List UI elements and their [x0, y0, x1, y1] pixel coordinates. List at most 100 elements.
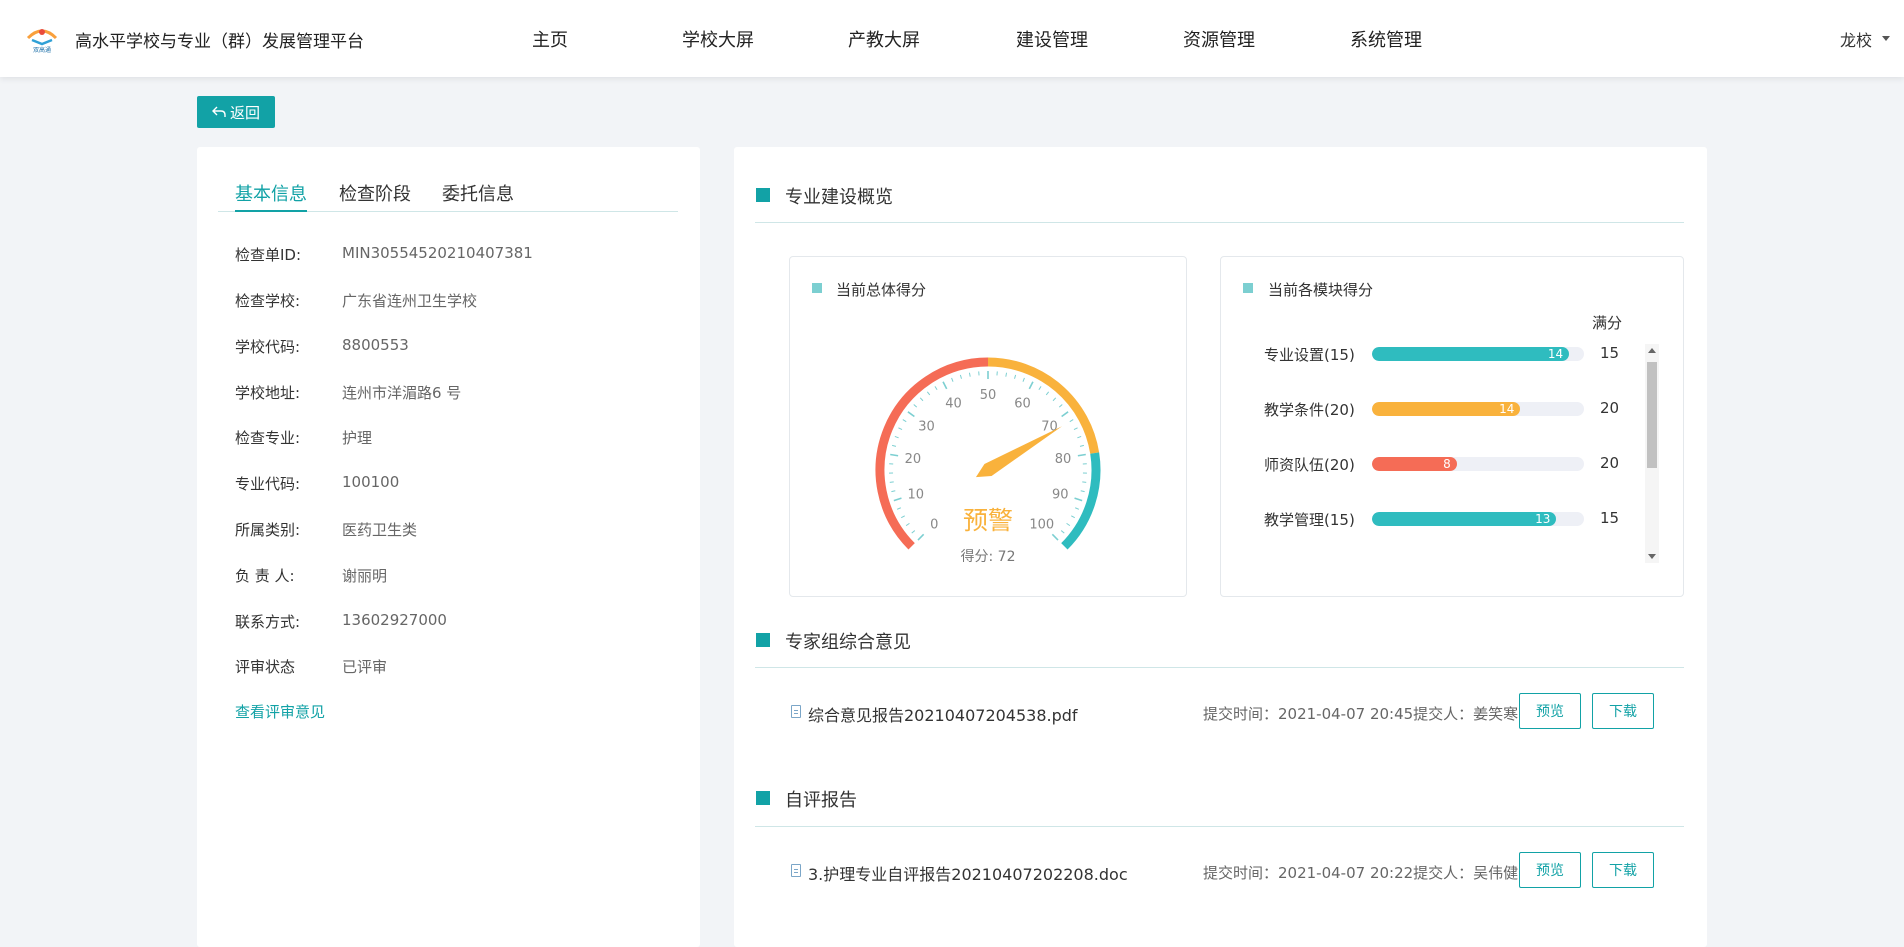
module-max: 20 [1600, 399, 1619, 417]
info-value: 谢丽明 [342, 565, 387, 586]
gauge-tick [927, 392, 929, 395]
gauge-tick [898, 428, 902, 430]
module-scrollbar[interactable] [1645, 344, 1659, 563]
view-review-link[interactable]: 查看评审意见 [235, 701, 325, 722]
info-value: 8800553 [342, 336, 409, 354]
module-score-box [1220, 256, 1684, 597]
tab-commission-info[interactable]: 委托信息 [442, 180, 514, 206]
gauge-tick-label: 0 [930, 518, 938, 533]
gauge-tick [906, 523, 909, 525]
nav-industry-screen[interactable]: 产教大屏 [848, 26, 920, 52]
gauge-tick [1070, 420, 1073, 422]
nav-system[interactable]: 系统管理 [1350, 26, 1422, 52]
user-menu[interactable]: 龙校 [1840, 27, 1872, 51]
nav-school-screen[interactable]: 学校大屏 [682, 26, 754, 52]
back-button[interactable]: 返回 [197, 96, 275, 128]
nav-resources[interactable]: 资源管理 [1183, 26, 1255, 52]
self-report-title: 自评报告 [785, 786, 857, 812]
module-label: 教学条件(20) [1264, 399, 1355, 420]
section-divider [755, 222, 1684, 223]
gauge-tick-label: 70 [1041, 419, 1058, 434]
expert-file-name[interactable]: 综合意见报告20210407204538.pdf [808, 702, 1078, 726]
gauge-needle [976, 426, 1062, 477]
tab-basic-info[interactable]: 基本信息 [235, 180, 307, 206]
gauge-tick [1075, 498, 1083, 500]
info-label: 检查单ID: [235, 244, 301, 265]
self-report-file-name[interactable]: 3.护理专业自评报告20210407202208.doc [808, 861, 1128, 885]
info-label: 学校代码: [235, 336, 300, 357]
gauge-tick [1074, 428, 1078, 430]
gauge-tick [901, 516, 905, 518]
info-value: 已评审 [342, 656, 387, 677]
gauge-tick [892, 445, 896, 446]
gauge-tick [1052, 534, 1058, 540]
gauge-tick [903, 420, 906, 422]
scroll-down-icon[interactable] [1648, 554, 1656, 559]
gauge-tick [1061, 531, 1064, 534]
overview-title: 专业建设概览 [785, 183, 893, 209]
info-value: 连州市洋湄路6 号 [342, 382, 461, 403]
gauge-tick-label: 10 [907, 487, 924, 502]
module-bar-fill: 8 [1372, 457, 1457, 471]
gauge-tick [920, 398, 923, 401]
gauge-tick-label: 30 [918, 419, 935, 434]
info-value: 医药卫生类 [342, 519, 417, 540]
gauge-tick [1078, 455, 1086, 456]
gauge-tick [1046, 392, 1048, 395]
gauge-tick [914, 405, 917, 408]
gauge-tick [912, 531, 915, 534]
gauge-tick-label: 40 [945, 396, 962, 411]
expert-file-meta: 提交时间：2021-04-07 20:45提交人：姜笑寒 [1203, 703, 1518, 724]
module-bar-fill: 14 [1372, 347, 1569, 361]
module-max: 15 [1600, 509, 1619, 527]
info-label: 评审状态 [235, 656, 295, 677]
expert-download-button[interactable]: 下载 [1592, 693, 1654, 729]
gauge-tick [908, 412, 914, 417]
gauge-tick [1075, 508, 1079, 510]
info-value: 13602927000 [342, 611, 447, 629]
info-value: 护理 [342, 427, 372, 448]
scroll-thumb[interactable] [1647, 362, 1657, 468]
gauge-tick [894, 498, 902, 500]
gauge-tick [1029, 382, 1033, 389]
gauge-tick [1067, 523, 1070, 525]
gauge-tick [1023, 378, 1024, 382]
section-marker [756, 791, 770, 805]
gauge-tick [943, 382, 947, 389]
module-bar-fill: 14 [1372, 402, 1520, 416]
active-tab-indicator [235, 210, 307, 212]
module-bar-track: 13 [1372, 512, 1584, 526]
info-label: 检查专业: [235, 427, 300, 448]
app-title: 高水平学校与专业（群）发展管理平台 [75, 27, 364, 52]
tab-inspection-stage[interactable]: 检查阶段 [339, 180, 411, 206]
box-marker [812, 283, 822, 293]
platform-logo[interactable]: 双高通 [24, 22, 60, 54]
back-button-label: 返回 [230, 102, 260, 123]
nav-home[interactable]: 主页 [532, 26, 568, 52]
info-label: 负 责 人: [235, 565, 295, 586]
section-divider [755, 667, 1684, 668]
self-report-download-button[interactable]: 下载 [1592, 852, 1654, 888]
gauge-tick [1081, 491, 1085, 492]
gauge-tick [918, 534, 924, 540]
gauge-tick [969, 373, 970, 377]
caret-down-icon[interactable] [1882, 36, 1890, 41]
module-bar-value: 13 [1535, 512, 1550, 526]
section-marker [756, 188, 770, 202]
scroll-up-icon[interactable] [1648, 348, 1656, 353]
module-bar-value: 8 [1443, 457, 1451, 471]
gauge-tick [1077, 436, 1081, 437]
self-report-preview-button[interactable]: 预览 [1519, 852, 1581, 888]
info-label: 联系方式: [235, 611, 300, 632]
gauge-tick [895, 436, 899, 437]
back-arrow-icon [212, 106, 226, 118]
expert-preview-button[interactable]: 预览 [1519, 693, 1581, 729]
module-bar-track: 8 [1372, 457, 1584, 471]
gauge-tick [1006, 373, 1007, 377]
module-bar-fill: 13 [1372, 512, 1556, 526]
nav-construction[interactable]: 建设管理 [1016, 26, 1088, 52]
gauge-tick [935, 386, 937, 389]
gauge-tick [1039, 386, 1041, 389]
info-label: 检查学校: [235, 290, 300, 311]
module-bar-track: 14 [1372, 347, 1584, 361]
